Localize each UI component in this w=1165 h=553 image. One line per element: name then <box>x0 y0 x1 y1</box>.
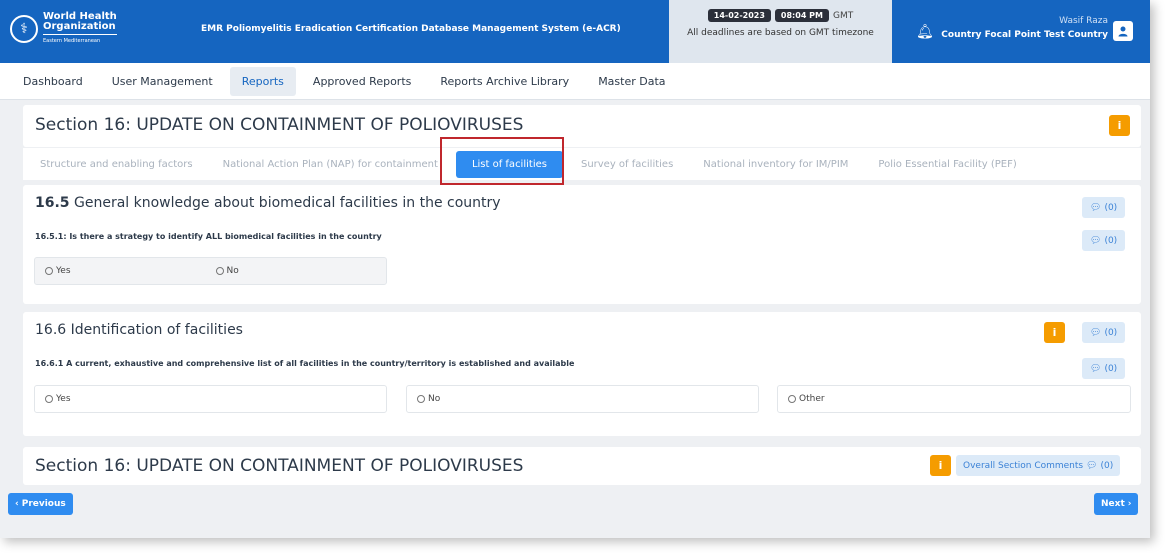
date-badge: 14-02-2023 <box>707 9 771 22</box>
section-title: Section 16: UPDATE ON CONTAINMENT OF POL… <box>35 115 524 135</box>
comment-icon: 💬︎ <box>1086 460 1098 471</box>
comment-button-16-5[interactable]: 💬︎ (0) <box>1082 197 1126 218</box>
highlight-box <box>440 137 564 185</box>
who-emblem-icon: ⚕ <box>10 15 38 43</box>
comment-button-16-6[interactable]: 💬︎ (0) <box>1082 322 1126 343</box>
nav-approved-reports[interactable]: Approved Reports <box>313 67 411 96</box>
radio-no[interactable]: No <box>417 394 440 404</box>
previous-button[interactable]: ‹ Previous <box>8 493 73 515</box>
app-frame: ⚕ World Health Organization Eastern Medi… <box>0 0 1150 538</box>
subtab-national-inventory[interactable]: National inventory for IM/PIM <box>703 159 848 170</box>
nav-user-management[interactable]: User Management <box>112 67 213 96</box>
subtab-nap[interactable]: National Action Plan (NAP) for containme… <box>223 159 438 170</box>
info-icon[interactable]: i <box>1109 115 1130 136</box>
main-nav: Dashboard User Management Reports Approv… <box>0 63 1150 100</box>
subtab-pef[interactable]: Polio Essential Facility (PEF) <box>878 159 1016 170</box>
question-card-16-6: 16.6 Identification of facilities i 💬︎ (0… <box>23 312 1141 436</box>
section-subtabs: Structure and enabling factors National … <box>23 147 1141 180</box>
nav-master-data[interactable]: Master Data <box>598 67 665 96</box>
subtab-survey[interactable]: Survey of facilities <box>581 159 673 170</box>
radio-yes[interactable]: Yes <box>45 394 71 404</box>
comment-icon: 💬︎ <box>1090 202 1102 213</box>
next-button[interactable]: Next › <box>1094 493 1139 515</box>
option-yes-box[interactable]: Yes <box>34 385 387 413</box>
option-other-box[interactable]: Other <box>777 385 1131 413</box>
chevron-right-icon: › <box>1127 499 1132 509</box>
sub-question-16-6-1: 16.6.1 A current, exhaustive and compreh… <box>35 359 575 368</box>
subtab-structure[interactable]: Structure and enabling factors <box>40 159 193 170</box>
section-header-card: Section 16: UPDATE ON CONTAINMENT OF POL… <box>23 105 1141 147</box>
info-icon[interactable]: i <box>1044 322 1065 343</box>
question-title-16-6: 16.6 Identification of facilities <box>35 322 243 338</box>
time-badge: 08:04 PM <box>774 9 829 22</box>
who-logo[interactable]: ⚕ World Health Organization Eastern Medi… <box>10 12 117 46</box>
radio-no[interactable]: No <box>215 266 239 276</box>
clock-panel: 14-02-2023 08:04 PM GMT All deadlines ar… <box>669 0 892 63</box>
question-title-16-5: 16.5 General knowledge about biomedical … <box>35 195 501 211</box>
bell-icon[interactable]: 🔔︎ <box>916 24 934 40</box>
user-info[interactable]: Wasif Raza Country Focal Point Test Coun… <box>941 16 1108 40</box>
overall-section-comments-button[interactable]: Overall Section Comments 💬︎ (0) <box>956 455 1121 476</box>
option-no-box[interactable]: No <box>406 385 759 413</box>
radio-other[interactable]: Other <box>788 394 825 404</box>
logo-line3: Eastern Mediterranean <box>43 34 117 46</box>
user-role: Country Focal Point Test Country <box>941 30 1108 40</box>
top-header: ⚕ World Health Organization Eastern Medi… <box>0 0 1150 63</box>
timezone-label: GMT <box>833 10 854 21</box>
nav-dashboard[interactable]: Dashboard <box>23 67 83 96</box>
app-title: EMR Poliomyelitis Eradication Certificat… <box>201 24 621 34</box>
nav-reports[interactable]: Reports <box>229 66 296 96</box>
user-icon[interactable] <box>1113 21 1133 41</box>
deadline-note: All deadlines are based on GMT timezone <box>687 28 874 38</box>
section-footer-card: Section 16: UPDATE ON CONTAINMENT OF POL… <box>23 447 1141 485</box>
info-icon[interactable]: i <box>930 455 951 476</box>
logo-line2: Organization <box>43 21 116 32</box>
comment-icon: 💬︎ <box>1090 327 1102 338</box>
comment-icon: 💬︎ <box>1090 363 1102 374</box>
nav-reports-archive-library[interactable]: Reports Archive Library <box>440 67 569 96</box>
chevron-left-icon: ‹ <box>15 499 19 509</box>
comment-button-16-5-1[interactable]: 💬︎ (0) <box>1082 230 1126 251</box>
answer-group-16-5-1: Yes No <box>34 257 387 285</box>
footer-section-title: Section 16: UPDATE ON CONTAINMENT OF POL… <box>35 456 524 476</box>
comment-button-16-6-1[interactable]: 💬︎ (0) <box>1082 358 1126 379</box>
sub-question-16-5-1: 16.5.1: Is there a strategy to identify … <box>35 232 382 241</box>
radio-yes[interactable]: Yes <box>45 266 71 276</box>
comment-icon: 💬︎ <box>1090 235 1102 246</box>
user-name: Wasif Raza <box>1059 16 1108 26</box>
question-card-16-5: 16.5 General knowledge about biomedical … <box>23 185 1141 304</box>
